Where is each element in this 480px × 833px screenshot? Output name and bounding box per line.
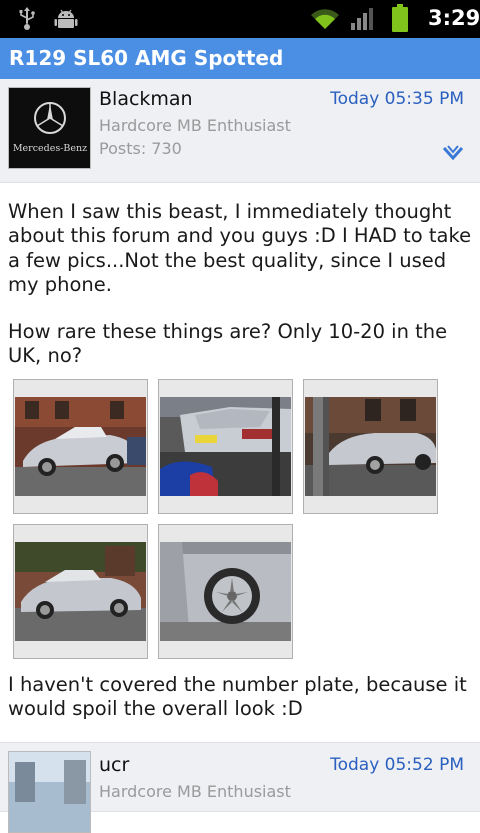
car-photo-3 [305,397,436,496]
avatar-logo-text: Mercedes-Benz [13,143,87,154]
status-clock: 3:29 [428,6,480,30]
attachment-thumbnail[interactable] [158,524,293,659]
post-paragraph: How rare these things are? Only 10-20 in… [8,320,448,368]
chevron-down-icon[interactable] [442,144,464,162]
car-photo-1 [15,397,146,496]
battery-icon [392,4,408,32]
post-timestamp: Today 05:52 PM [330,755,464,775]
thread-title-bar: R129 SL60 AMG Spotted [0,38,480,79]
attachment-thumbnail[interactable] [303,379,438,514]
android-debug-icon [54,9,78,28]
author-rank: Hardcore MB Enthusiast [99,782,291,801]
post-author[interactable]: ucr [99,754,129,776]
author-rank: Hardcore MB Enthusiast [99,116,291,135]
post-header[interactable]: Mercedes-Benz Blackman Hardcore MB Enthu… [0,79,480,183]
avatar[interactable]: Mercedes-Benz [8,87,91,169]
signal-icon [351,8,373,30]
car-photo-4 [15,542,146,641]
thread-title: R129 SL60 AMG Spotted [9,46,284,70]
post-author[interactable]: Blackman [99,88,193,110]
attachment-thumbnail[interactable] [13,379,148,514]
usb-icon [19,7,35,30]
mercedes-logo-icon: Mercedes-Benz [9,88,90,168]
status-bar: 3:29 [0,0,480,38]
post-paragraph: When I saw this beast, I immediately tho… [8,200,472,296]
post-paragraph: I haven't covered the number plate, beca… [8,673,467,721]
car-photo-2 [160,397,291,496]
attachment-thumbnail[interactable] [13,524,148,659]
attachment-thumbnail[interactable] [158,379,293,514]
car-photo-5 [160,542,291,641]
avatar[interactable] [8,751,91,833]
author-post-count: Posts: 730 [99,139,182,158]
post-header[interactable]: ucr Hardcore MB Enthusiast Today 05:52 P… [0,742,480,833]
post-timestamp: Today 05:35 PM [330,89,464,109]
wifi-icon [311,9,339,29]
avatar-photo [9,752,90,832]
